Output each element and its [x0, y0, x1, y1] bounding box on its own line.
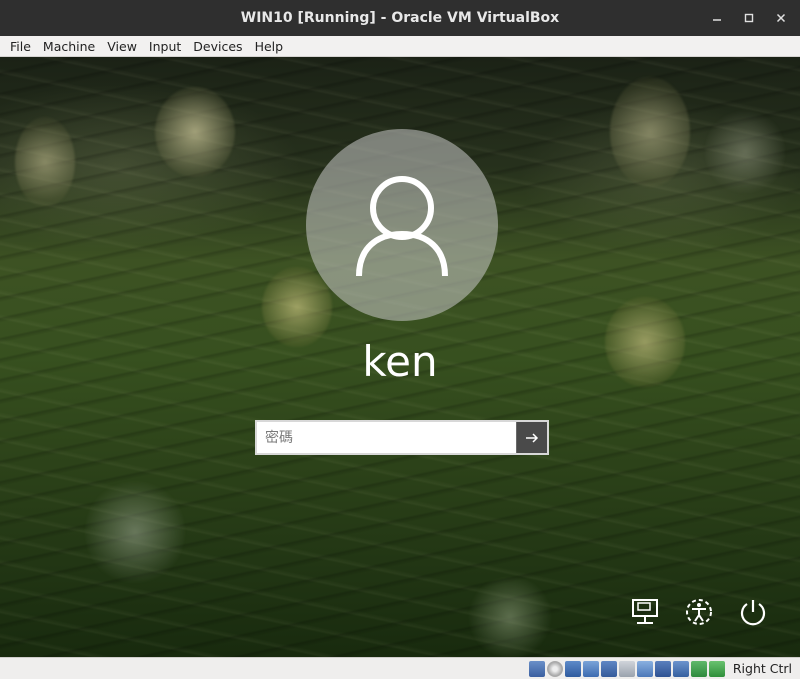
- shared-folders-icon[interactable]: [618, 660, 635, 677]
- power-icon: [740, 600, 766, 626]
- menu-bar: File Machine View Input Devices Help: [0, 36, 800, 57]
- tree-decoration: [705, 107, 785, 197]
- menu-devices[interactable]: Devices: [187, 39, 248, 54]
- close-icon: [776, 13, 786, 23]
- network-adapter-icon[interactable]: [582, 660, 599, 677]
- tree-decoration: [15, 117, 75, 207]
- close-button[interactable]: [772, 9, 790, 27]
- password-input[interactable]: [257, 422, 516, 453]
- network-button[interactable]: [628, 595, 662, 629]
- tree-decoration: [465, 577, 555, 657]
- display-icon[interactable]: [636, 660, 653, 677]
- tree-decoration: [85, 477, 185, 587]
- minimize-icon: [713, 19, 721, 21]
- window-controls: [708, 0, 790, 36]
- usb-icon[interactable]: [600, 660, 617, 677]
- username-label: ken: [362, 337, 438, 386]
- menu-machine[interactable]: Machine: [37, 39, 101, 54]
- menu-help[interactable]: Help: [249, 39, 290, 54]
- power-button[interactable]: [736, 595, 770, 629]
- system-icons: [628, 595, 770, 629]
- menu-file[interactable]: File: [4, 39, 37, 54]
- user-icon: [356, 176, 448, 277]
- maximize-button[interactable]: [740, 9, 758, 27]
- window-title: WIN10 [Running] - Oracle VM VirtualBox: [240, 10, 560, 26]
- mouse-integration-icon[interactable]: [690, 660, 707, 677]
- accessibility-button[interactable]: [682, 595, 716, 629]
- minimize-button[interactable]: [708, 9, 726, 27]
- tree-decoration: [155, 87, 235, 177]
- network-icon: [632, 599, 658, 624]
- virtualization-icon[interactable]: [672, 660, 689, 677]
- arrow-right-icon: [526, 432, 539, 443]
- status-bar: Right Ctrl: [0, 657, 800, 679]
- tree-decoration: [262, 267, 332, 347]
- password-box: [255, 420, 549, 455]
- vm-screen[interactable]: ken: [0, 57, 800, 657]
- tree-decoration: [610, 77, 690, 187]
- submit-button[interactable]: [516, 422, 547, 453]
- keyboard-capture-icon[interactable]: [708, 660, 725, 677]
- menu-input[interactable]: Input: [143, 39, 187, 54]
- menu-view[interactable]: View: [101, 39, 143, 54]
- hard-disk-icon[interactable]: [528, 660, 545, 677]
- user-avatar: [306, 129, 498, 321]
- ease-of-access-icon: [686, 599, 712, 625]
- host-key-label: Right Ctrl: [732, 661, 792, 676]
- recording-icon[interactable]: [654, 660, 671, 677]
- window-titlebar: WIN10 [Running] - Oracle VM VirtualBox: [0, 0, 800, 36]
- optical-drive-icon[interactable]: [546, 660, 563, 677]
- maximize-icon: [744, 13, 754, 23]
- audio-icon[interactable]: [564, 660, 581, 677]
